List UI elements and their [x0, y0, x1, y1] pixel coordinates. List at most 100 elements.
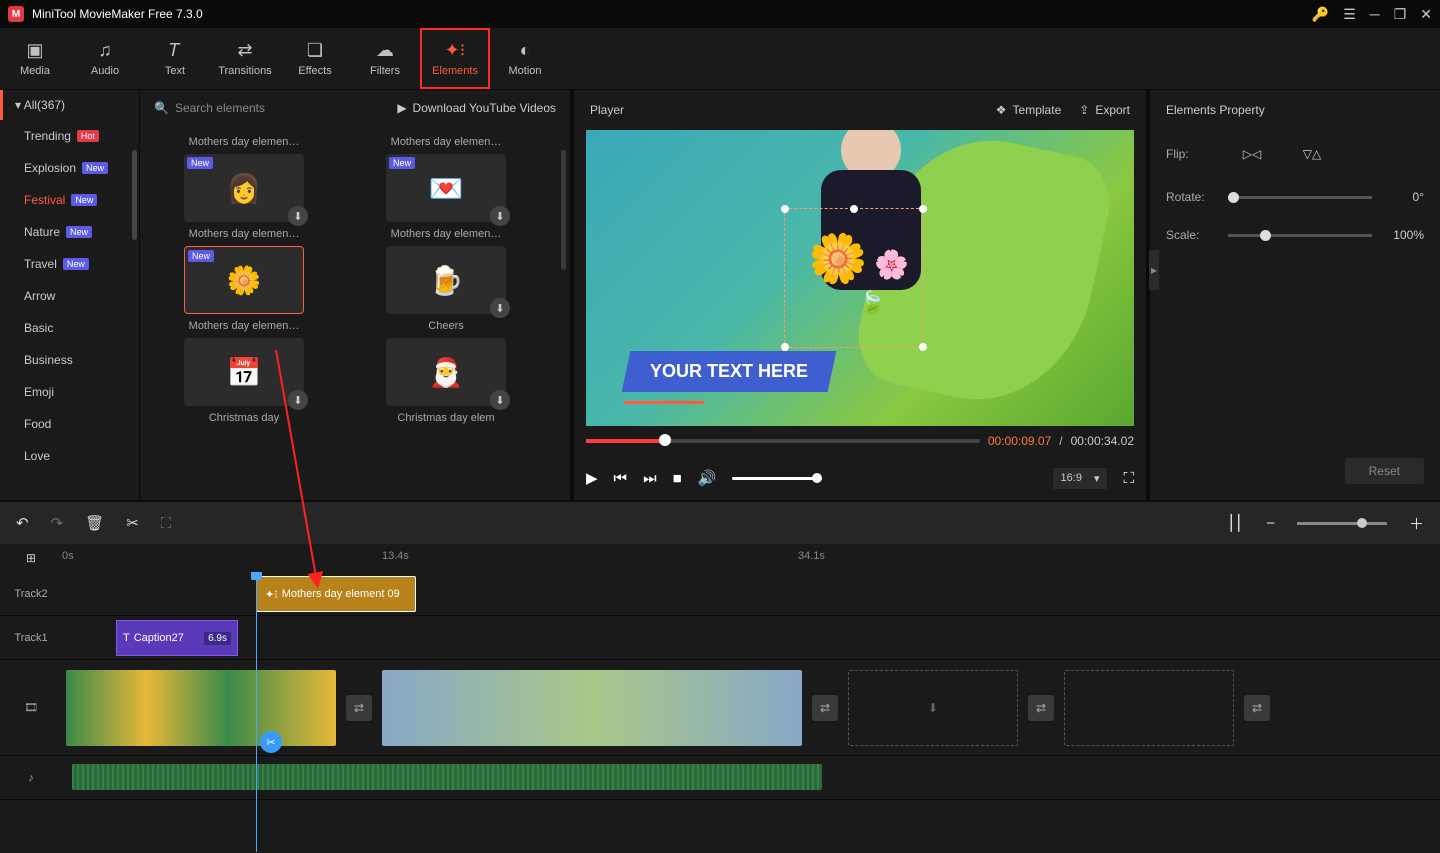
- playhead[interactable]: [256, 572, 257, 852]
- sidebar-item-food[interactable]: Food: [0, 408, 139, 440]
- scale-slider[interactable]: [1228, 234, 1372, 237]
- close-icon[interactable]: ✕: [1420, 6, 1432, 23]
- next-frame-button[interactable]: ⏭: [643, 470, 657, 487]
- add-track-button[interactable]: ⊞: [0, 544, 62, 572]
- element-thumb[interactable]: 📅⬇: [184, 338, 304, 406]
- text-overlay[interactable]: YOUR TEXT HERE: [622, 351, 837, 392]
- flip-horizontal-button[interactable]: ▷◁: [1240, 142, 1264, 166]
- sidebar-item-emoji[interactable]: Emoji: [0, 376, 139, 408]
- video-clip[interactable]: [66, 670, 336, 746]
- reset-button[interactable]: Reset: [1345, 458, 1424, 484]
- transition-slot[interactable]: ⇄: [1028, 695, 1054, 721]
- resize-handle[interactable]: [919, 205, 927, 213]
- split-badge[interactable]: ✂: [260, 731, 282, 753]
- panel-collapse-button[interactable]: ▸: [1149, 250, 1159, 290]
- element-thumb[interactable]: 💌New⬇: [386, 154, 506, 222]
- selection-box[interactable]: [784, 208, 924, 348]
- sidebar-all[interactable]: ▾ All(367): [0, 90, 139, 120]
- hamburger-menu-icon[interactable]: ☰: [1343, 6, 1356, 23]
- sidebar-item-business[interactable]: Business: [0, 344, 139, 376]
- download-icon[interactable]: ⬇: [490, 206, 510, 226]
- element-thumb[interactable]: 🎅⬇: [386, 338, 506, 406]
- transition-slot[interactable]: ⇄: [812, 695, 838, 721]
- element-thumb[interactable]: 👩New⬇: [184, 154, 304, 222]
- tab-text[interactable]: 𝑇Text: [140, 28, 210, 89]
- prev-frame-button[interactable]: ⏮: [614, 470, 628, 487]
- element-cell[interactable]: 🎅⬇Christmas day elem: [360, 338, 532, 424]
- element-cell[interactable]: 💌New⬇Mothers day elemen…: [360, 154, 532, 240]
- zoom-slider[interactable]: [1297, 522, 1387, 525]
- sidebar-item-arrow[interactable]: Arrow: [0, 280, 139, 312]
- sidebar-scrollbar[interactable]: [132, 150, 137, 240]
- element-cell[interactable]: Mothers day elemen…: [360, 130, 532, 148]
- track-body[interactable]: ⇄ ⇄ ⬇ ⇄ ⇄ ✂: [62, 660, 1440, 755]
- transition-slot[interactable]: ⇄: [1244, 695, 1270, 721]
- tab-media[interactable]: ▣Media: [0, 28, 70, 89]
- element-cell[interactable]: 👩New⬇Mothers day elemen…: [158, 154, 330, 240]
- zoom-out-button[interactable]: −: [1266, 515, 1275, 532]
- tab-audio[interactable]: ♫Audio: [70, 28, 140, 89]
- tab-elements[interactable]: ✦⁝Elements: [420, 28, 490, 89]
- track-body[interactable]: TCaption276.9s: [62, 616, 1440, 659]
- volume-icon[interactable]: 🔊: [698, 469, 717, 487]
- redo-button[interactable]: ↷: [51, 514, 64, 532]
- element-cell[interactable]: Mothers day elemen…: [158, 130, 330, 148]
- scrub-bar[interactable]: [586, 439, 980, 443]
- resize-handle[interactable]: [919, 343, 927, 351]
- element-clip[interactable]: ✦⁝Mothers day element 09: [256, 576, 416, 612]
- track-body[interactable]: ✦⁝Mothers day element 09: [62, 572, 1440, 615]
- audio-clip[interactable]: [72, 764, 822, 790]
- sidebar-item-travel[interactable]: TravelNew: [0, 248, 139, 280]
- sidebar-item-explosion[interactable]: ExplosionNew: [0, 152, 139, 184]
- vip-key-icon[interactable]: 🔑: [1312, 6, 1329, 23]
- download-icon[interactable]: ⬇: [288, 390, 308, 410]
- video-clip[interactable]: [382, 670, 802, 746]
- delete-button[interactable]: 🗑: [85, 514, 104, 532]
- empty-clip-slot[interactable]: [1064, 670, 1234, 746]
- preview-canvas[interactable]: 🌼 🌸 🍃 YOUR TEXT HERE: [586, 130, 1134, 426]
- empty-clip-slot[interactable]: ⬇: [848, 670, 1018, 746]
- grid-scrollbar[interactable]: [561, 150, 566, 270]
- aspect-ratio-select[interactable]: 16:9▾: [1053, 468, 1108, 489]
- sidebar-item-festival[interactable]: FestivalNew: [0, 184, 139, 216]
- download-icon[interactable]: ⬇: [490, 298, 510, 318]
- volume-slider[interactable]: [732, 477, 822, 480]
- template-button[interactable]: ❖Template: [996, 103, 1061, 117]
- transition-slot[interactable]: ⇄: [346, 695, 372, 721]
- tab-filters[interactable]: ☁Filters: [350, 28, 420, 89]
- sidebar-item-trending[interactable]: TrendingHot: [0, 120, 139, 152]
- element-thumb[interactable]: 🌼New: [184, 246, 304, 314]
- scrub-knob[interactable]: [659, 434, 671, 446]
- sidebar-item-basic[interactable]: Basic: [0, 312, 139, 344]
- sidebar-item-nature[interactable]: NatureNew: [0, 216, 139, 248]
- resize-handle[interactable]: [850, 205, 858, 213]
- snap-icon[interactable]: ⎢⎢: [1229, 514, 1244, 532]
- tab-effects[interactable]: ❏Effects: [280, 28, 350, 89]
- element-cell[interactable]: 🍺⬇Cheers: [360, 246, 532, 332]
- download-icon[interactable]: ⬇: [490, 390, 510, 410]
- play-button[interactable]: ▶: [586, 469, 598, 487]
- search-input[interactable]: 🔍Search elements: [154, 101, 387, 115]
- download-icon[interactable]: ⬇: [288, 206, 308, 226]
- element-thumb[interactable]: 🍺⬇: [386, 246, 506, 314]
- maximize-icon[interactable]: ❐: [1394, 6, 1407, 23]
- flip-vertical-button[interactable]: ▽△: [1300, 142, 1324, 166]
- element-cell[interactable]: 🌼NewMothers day elemen…: [158, 246, 330, 332]
- element-cell[interactable]: 📅⬇Christmas day: [158, 338, 330, 424]
- resize-handle[interactable]: [781, 205, 789, 213]
- timeline-ruler[interactable]: ⊞ 0s 13.4s 34.1s: [0, 544, 1440, 572]
- fullscreen-button[interactable]: ⛶: [1123, 470, 1134, 487]
- resize-handle[interactable]: [781, 343, 789, 351]
- stop-button[interactable]: ■: [673, 470, 682, 487]
- export-button[interactable]: ⇪Export: [1079, 103, 1130, 117]
- caption-clip[interactable]: TCaption276.9s: [116, 620, 238, 656]
- tab-transitions[interactable]: ⇄Transitions: [210, 28, 280, 89]
- sidebar-item-love[interactable]: Love: [0, 440, 139, 472]
- minimize-icon[interactable]: ─: [1370, 6, 1380, 22]
- split-button[interactable]: ✂: [126, 514, 139, 532]
- track-body[interactable]: [62, 756, 1440, 799]
- tab-motion[interactable]: ◐Motion: [490, 28, 560, 89]
- undo-button[interactable]: ↶: [16, 514, 29, 532]
- crop-button[interactable]: ⛶: [161, 515, 172, 532]
- download-youtube-link[interactable]: ▶Download YouTube Videos: [397, 101, 556, 115]
